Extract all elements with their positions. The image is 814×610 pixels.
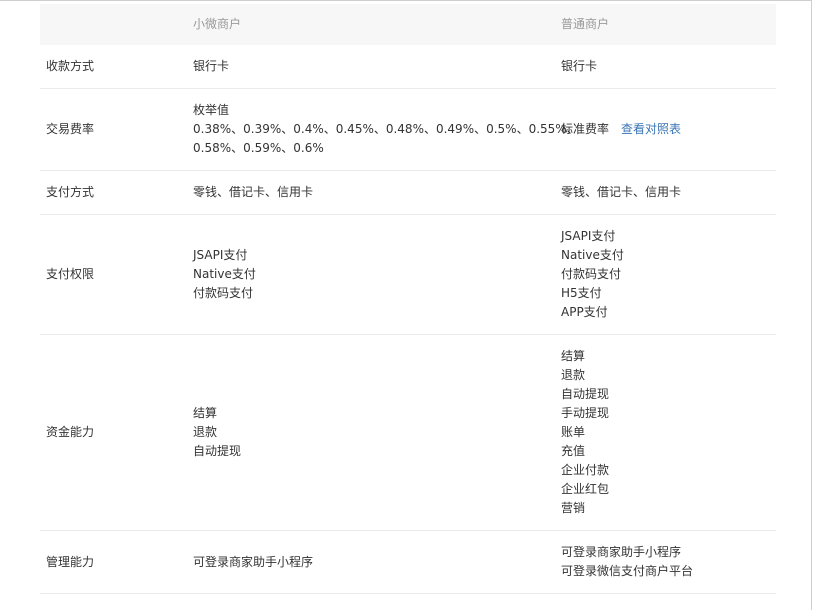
small-merchant-value: 零钱、借记卡、信用卡: [193, 171, 561, 214]
table-row-payee: 收款方式 银行卡 银行卡: [40, 45, 776, 89]
value-line: 充值: [561, 444, 586, 458]
value-line: 退款: [561, 368, 586, 382]
merchant-comparison-table: 小微商户 普通商户 收款方式 银行卡 银行卡 交易费率 枚举值 0.38%、0.…: [40, 4, 776, 594]
row-label: 管理能力: [46, 554, 95, 569]
value-line: H5支付: [561, 286, 602, 300]
normal-merchant-value: JSAPI支付 Native支付 付款码支付 H5支付 APP支付: [561, 215, 776, 334]
normal-merchant-value: 银行卡: [561, 45, 776, 88]
value-line: 账单: [561, 425, 586, 439]
normal-merchant-value: 零钱、借记卡、信用卡: [561, 171, 776, 214]
value-line: 营销: [561, 501, 586, 515]
value-line: 自动提现: [561, 387, 610, 401]
value-line: 枚举值: [193, 103, 230, 117]
value-line: 付款码支付: [561, 267, 622, 281]
normal-merchant-value: 标准费率 查看对照表: [561, 89, 776, 170]
row-label: 交易费率: [46, 122, 95, 136]
value-line: JSAPI支付: [193, 248, 248, 262]
value-line: 可登录微信支付商户平台: [561, 564, 694, 578]
value-line: 结算: [561, 349, 586, 363]
value-line: 自动提现: [193, 444, 242, 458]
value-line: 可登录商家助手小程序: [561, 545, 682, 559]
row-label: 资金能力: [46, 425, 95, 439]
header-cell-small-merchant: 小微商户: [193, 17, 242, 31]
table-row-payment: 支付方式 零钱、借记卡、信用卡 零钱、借记卡、信用卡: [40, 171, 776, 215]
row-label: 支付方式: [46, 185, 95, 199]
value-line: Native支付: [561, 248, 624, 262]
value-line: Native支付: [193, 267, 256, 281]
normal-merchant-value: 可登录商家助手小程序 可登录微信支付商户平台: [561, 531, 776, 593]
table-row-capital: 资金能力 结算 退款 自动提现 结算 退款 自动提现 手动提现 账单 充值 企业…: [40, 335, 776, 531]
value-line: 付款码支付: [193, 286, 254, 300]
value-line: 零钱、借记卡、信用卡: [193, 185, 314, 199]
value-line: 零钱、借记卡、信用卡: [561, 185, 682, 199]
normal-merchant-value: 结算 退款 自动提现 手动提现 账单 充值 企业付款 企业红包 营销: [561, 335, 776, 530]
value-line: 银行卡: [561, 59, 598, 73]
value-line: 0.38%、0.39%、0.4%、0.45%、0.48%、0.49%、0.5%、…: [193, 122, 579, 136]
table-row-fee: 交易费率 枚举值 0.38%、0.39%、0.4%、0.45%、0.48%、0.…: [40, 89, 776, 171]
table-row-manage: 管理能力 可登录商家助手小程序 可登录商家助手小程序 可登录微信支付商户平台: [40, 531, 776, 594]
fee-inline: 标准费率 查看对照表: [561, 120, 776, 139]
row-label: 收款方式: [46, 59, 95, 73]
small-merchant-value: 结算 退款 自动提现: [193, 335, 561, 530]
header-cell-normal-merchant: 普通商户: [561, 17, 610, 31]
value-line: 企业红包: [561, 482, 610, 496]
row-label: 支付权限: [46, 267, 95, 281]
value-line: APP支付: [561, 305, 608, 319]
standard-fee-text: 标准费率: [561, 122, 610, 136]
value-line: 企业付款: [561, 463, 610, 477]
small-merchant-value: 枚举值 0.38%、0.39%、0.4%、0.45%、0.48%、0.49%、0…: [193, 89, 579, 170]
small-merchant-value: 银行卡: [193, 45, 561, 88]
value-line: 0.58%、0.59%、0.6%: [193, 141, 324, 155]
value-line: 结算: [193, 406, 218, 420]
value-line: 退款: [193, 425, 218, 439]
small-merchant-value: JSAPI支付 Native支付 付款码支付: [193, 215, 561, 334]
value-line: 可登录商家助手小程序: [193, 554, 314, 569]
value-line: JSAPI支付: [561, 229, 616, 243]
table-header-row: 小微商户 普通商户: [40, 4, 776, 45]
value-line: 手动提现: [561, 406, 610, 420]
small-merchant-value: 可登录商家助手小程序: [193, 531, 561, 593]
view-rate-table-link[interactable]: 查看对照表: [621, 120, 681, 139]
table-row-permission: 支付权限 JSAPI支付 Native支付 付款码支付 JSAPI支付 Nati…: [40, 215, 776, 335]
value-line: 银行卡: [193, 59, 230, 73]
